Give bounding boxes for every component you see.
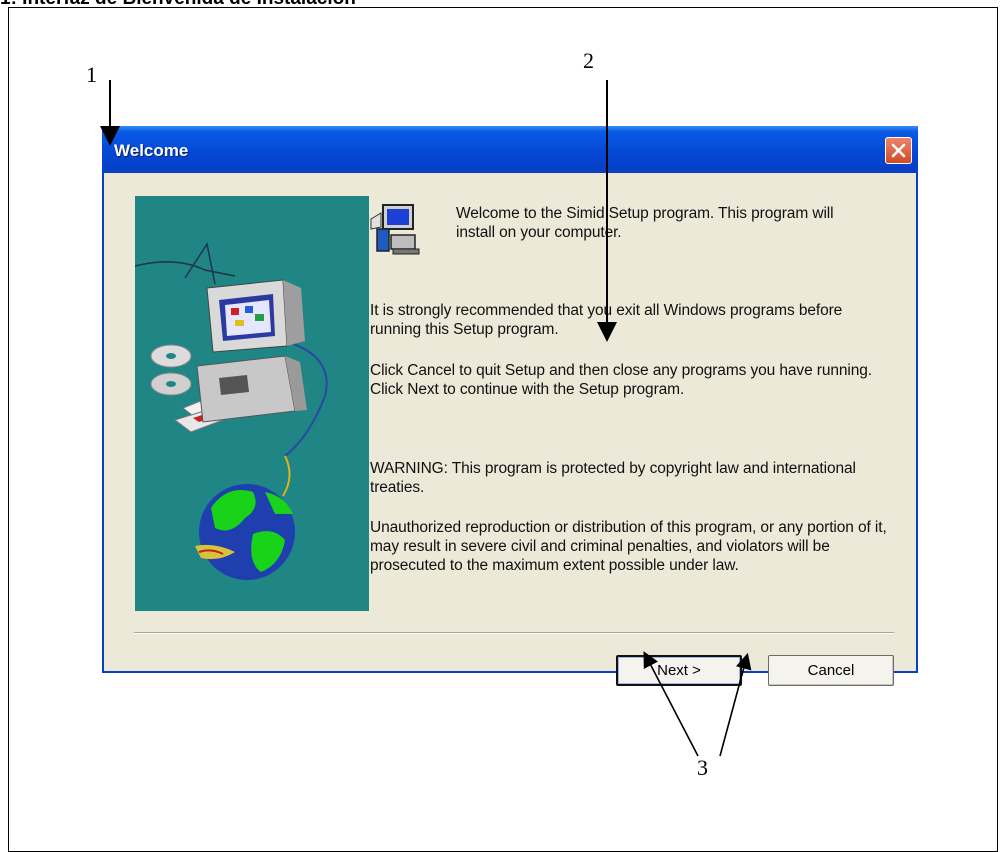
callout-arrows	[100, 80, 752, 757]
